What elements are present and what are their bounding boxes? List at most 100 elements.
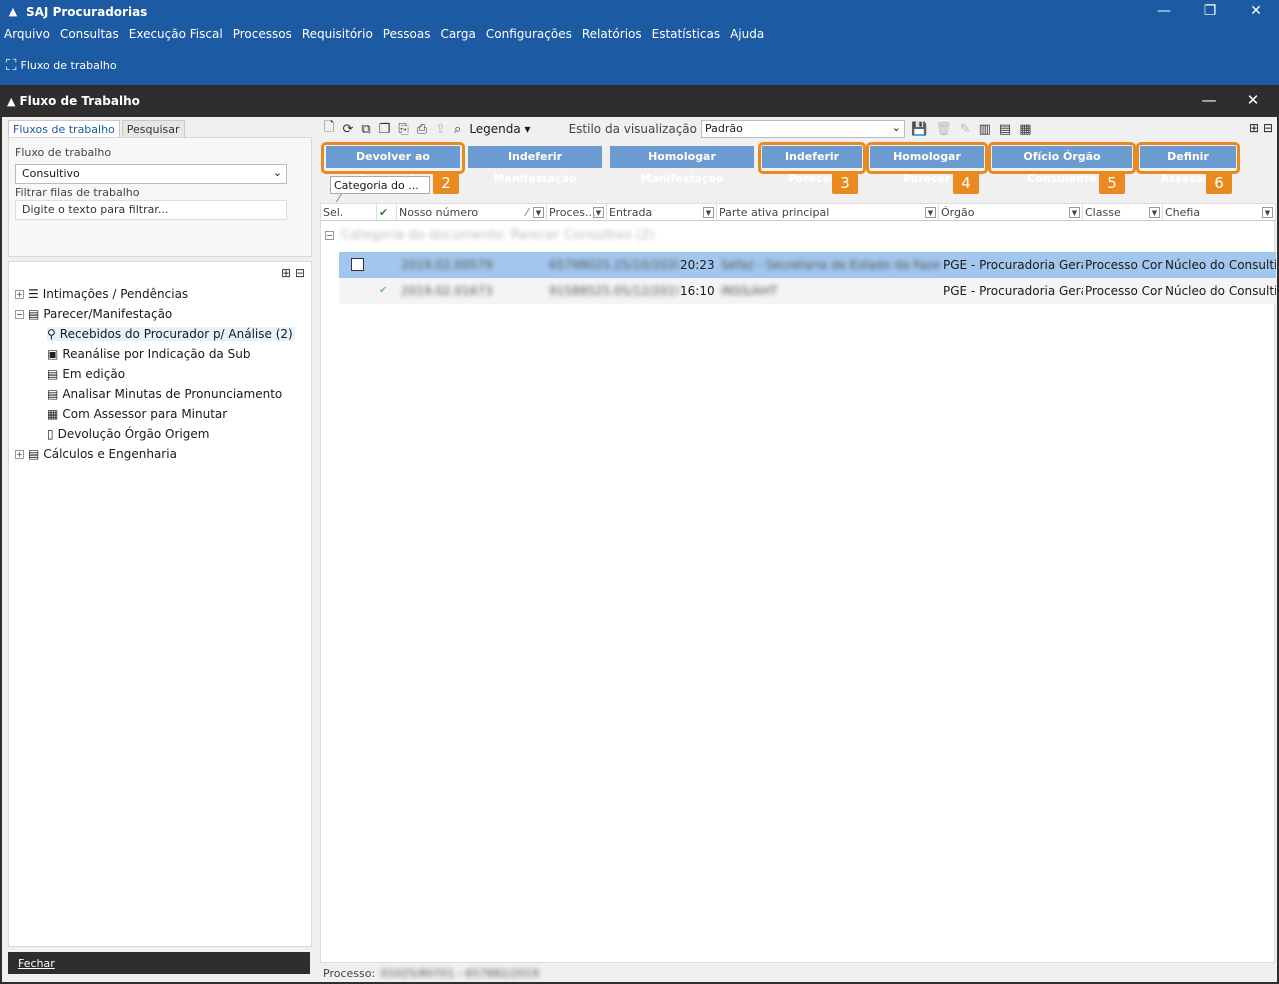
workflow-minimize-icon[interactable]: — — [1187, 91, 1231, 109]
col-chefia[interactable]: Chefia ▼ — [1163, 204, 1276, 221]
menu-arquivo[interactable]: Arquivo — [4, 27, 50, 41]
cell-nosso-numero: 2019.02.00579 — [401, 258, 493, 272]
col-nosso-numero[interactable]: Nosso número ⁄ ▼ — [397, 204, 547, 221]
menu-configuracoes[interactable]: Configurações — [486, 27, 572, 41]
col-processo[interactable]: Proces... ▼ — [547, 204, 607, 221]
filter-input[interactable]: Digite o texto para filtrar... — [15, 200, 287, 220]
flow-select[interactable]: Consultivo ⌄ — [15, 164, 287, 184]
filter-dropdown-icon[interactable]: ▼ — [703, 207, 714, 218]
expand-all-icon[interactable]: ⊞ — [1249, 121, 1259, 135]
highlight-box — [758, 142, 866, 174]
highlight-box — [866, 142, 988, 174]
col-label: Proces... — [549, 206, 596, 219]
view-style-select[interactable]: Padrão ⌄ — [701, 120, 906, 138]
filter-dropdown-icon[interactable]: ▼ — [1262, 207, 1273, 218]
legend-dropdown[interactable]: Legenda ▾ — [469, 122, 530, 136]
cell-parte-ativa: Sefaz - Secretaria de Estado da Fazenda — [721, 258, 941, 272]
columns-icon[interactable]: ▥ — [979, 122, 991, 137]
menu-consultas[interactable]: Consultas — [60, 27, 119, 41]
person-icon: ⚲ — [47, 327, 56, 341]
select-all-icon[interactable]: ⧉ — [361, 122, 370, 137]
menu-execucao-fiscal[interactable]: Execução Fiscal — [129, 27, 223, 41]
ribbon: ⛶ Fluxo de trabalho — [0, 45, 1279, 85]
document-flag-icon: ▯ — [47, 427, 54, 441]
group-by-chip[interactable]: Categoria do ... ⁄ — [330, 176, 430, 205]
menu-ajuda[interactable]: Ajuda — [730, 27, 764, 41]
layout-icon[interactable]: ▦ — [1019, 122, 1031, 137]
highlight-box — [1136, 142, 1240, 174]
expand-icon[interactable]: + — [15, 289, 24, 299]
print-icon[interactable]: ⎙ — [417, 122, 427, 137]
tree-node-label: Analisar Minutas de Pronunciamento — [62, 387, 283, 401]
filter-dropdown-icon[interactable]: ▼ — [1149, 207, 1160, 218]
menu-estatisticas[interactable]: Estatísticas — [652, 27, 720, 41]
refresh-icon[interactable]: ⟳ — [342, 122, 353, 137]
flow-select-value: Consultivo — [22, 167, 80, 180]
tree-node-reanalise[interactable]: ▣ Reanálise por Indicação da Sub — [47, 347, 250, 361]
col-parte-ativa[interactable]: Parte ativa principal ▼ — [717, 204, 939, 221]
tree-node-label: Com Assessor para Minutar — [62, 407, 228, 421]
window-controls: — ❐ ✕ — [1141, 0, 1279, 23]
close-icon[interactable]: ✕ — [1233, 0, 1279, 23]
tree-node-parecer[interactable]: − ▤ Parecer/Manifestação — [15, 307, 172, 321]
menu-relatorios[interactable]: Relatórios — [582, 27, 642, 41]
tree-node-calculos[interactable]: + ▤ Cálculos e Engenharia — [15, 447, 177, 461]
collapse-all-icon[interactable]: ⊟ — [1263, 121, 1273, 135]
menu-processos[interactable]: Processos — [233, 27, 292, 41]
collapse-all-icon[interactable]: ⊟ — [295, 266, 305, 280]
list-icon: ▦ — [47, 407, 59, 421]
tree-node-com-assessor[interactable]: ▦ Com Assessor para Minutar — [47, 407, 227, 421]
new-document-icon[interactable]: 🗋 — [324, 118, 334, 140]
menu-requisitorio[interactable]: Requisitório — [302, 27, 373, 41]
minimize-icon[interactable]: — — [1141, 0, 1187, 23]
report-icon[interactable]: ▤ — [999, 122, 1011, 137]
close-button[interactable]: Fechar — [8, 952, 310, 974]
row-checkbox[interactable] — [351, 258, 364, 271]
app-logo-icon: ▲ — [8, 4, 18, 18]
filter-dropdown-icon[interactable]: ▼ — [925, 207, 936, 218]
col-classe[interactable]: Classe ▼ — [1083, 204, 1163, 221]
homologar-manifestacao-button[interactable]: Homologar Manifestação — [610, 146, 754, 185]
filter-dropdown-icon[interactable]: ▼ — [1069, 207, 1080, 218]
highlight-box — [988, 142, 1136, 174]
menu-carga[interactable]: Carga — [440, 27, 475, 41]
table-row[interactable]: 2019.02.00579 65798025.25/10/2020 20:23 … — [339, 252, 1276, 278]
collapse-icon[interactable]: − — [15, 309, 24, 319]
ribbon-workflow-button[interactable]: ⛶ Fluxo de trabalho — [6, 56, 117, 74]
expand-icon[interactable]: + — [15, 449, 24, 459]
search-document-icon[interactable]: ⌕ — [454, 122, 461, 137]
restore-icon[interactable]: ❐ — [1187, 0, 1233, 23]
app-title: SAJ Procuradorias — [26, 4, 148, 19]
paste-icon[interactable]: ⎘ — [398, 122, 408, 137]
group-row[interactable]: − Categoria do documento: Parecer Consul… — [321, 224, 1276, 248]
save-icon[interactable]: 💾 — [911, 122, 927, 137]
tree-node-recebidos[interactable]: ⚲ Recebidos do Procurador p/ Análise (2) — [47, 327, 295, 341]
col-sel[interactable]: Sel. — [321, 204, 377, 221]
filter-dropdown-icon[interactable]: ▼ — [593, 207, 604, 218]
tree-node-intimacoes[interactable]: + ☰ Intimações / Pendências — [15, 287, 188, 301]
step-badge: 2 — [433, 172, 459, 194]
tree-node-em-edicao[interactable]: ▤ Em edição — [47, 367, 125, 381]
sort-icon: ⁄ — [526, 206, 528, 219]
highlight-box — [321, 142, 465, 174]
workflow-title-bar: ▲ Fluxo de Trabalho — [0, 85, 1279, 117]
status-bar: Processo: 01025/80701 - 657882/2019 — [320, 963, 1277, 982]
tree-node-devolucao[interactable]: ▯ Devolução Órgão Origem — [47, 427, 209, 441]
indeferir-manifestacao-button[interactable]: Indeferir Manifestação — [468, 146, 602, 185]
collapse-icon[interactable]: − — [325, 231, 334, 240]
col-entrada[interactable]: Entrada ▼ — [607, 204, 717, 221]
step-badge: 4 — [953, 172, 979, 194]
menu-pessoas[interactable]: Pessoas — [383, 27, 431, 41]
workflow-window-title: Fluxo de Trabalho — [19, 94, 140, 108]
table-row[interactable]: ✔ 2019.02.01673 91588525.05/12/2019 16:1… — [339, 278, 1276, 304]
check-icon[interactable]: ✔ — [377, 204, 397, 221]
group-by-label: Categoria do ... — [334, 179, 419, 192]
cell-entrada-time: 20:23 — [680, 258, 715, 272]
filter-dropdown-icon[interactable]: ▼ — [533, 207, 544, 218]
workflow-close-icon[interactable]: ✕ — [1231, 91, 1275, 109]
copy-icon[interactable]: ❐ — [379, 122, 391, 137]
expand-all-icon[interactable]: ⊞ — [281, 266, 291, 280]
tree-node-analisar-minutas[interactable]: ▤ Analisar Minutas de Pronunciamento — [47, 387, 282, 401]
tree-node-label: Cálculos e Engenharia — [43, 447, 177, 461]
col-orgao[interactable]: Órgão ▼ — [939, 204, 1083, 221]
